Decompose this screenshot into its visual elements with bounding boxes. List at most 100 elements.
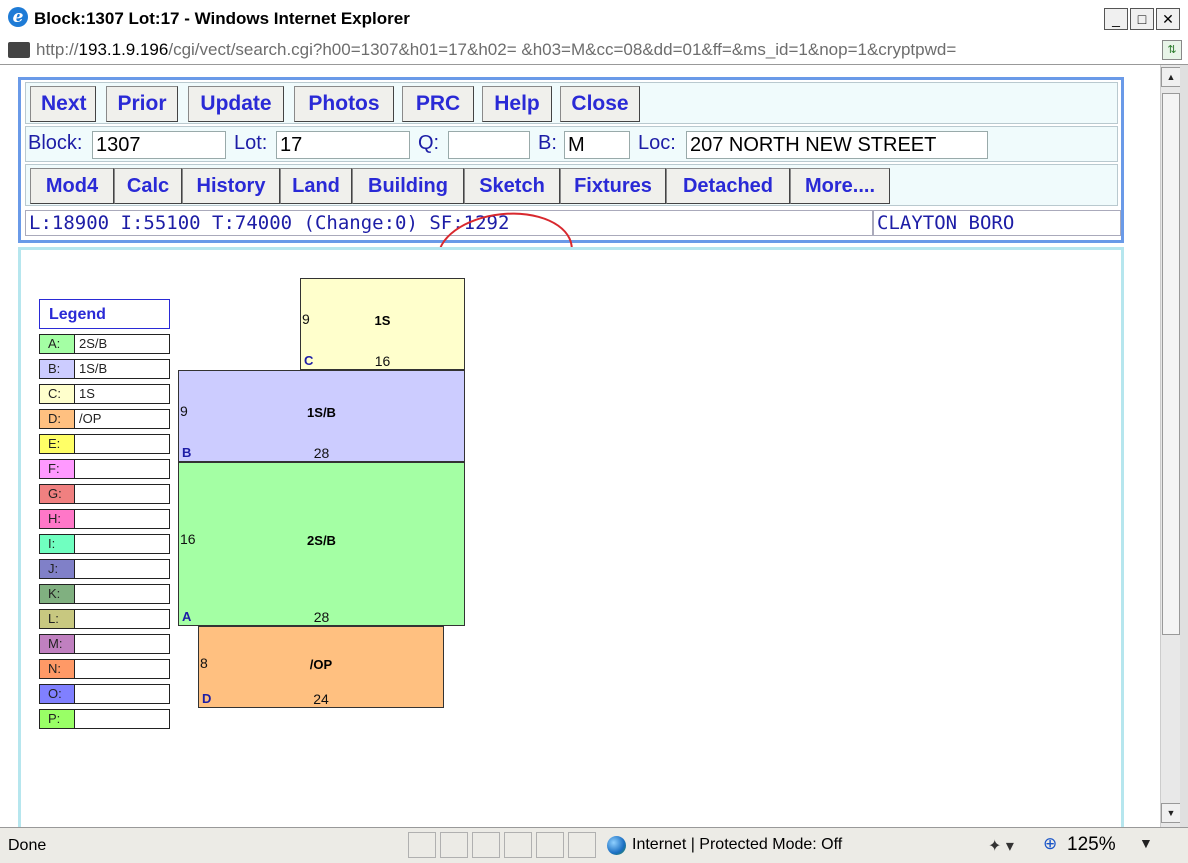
section-bottom-dimension: 24 xyxy=(313,691,329,707)
zoom-icon[interactable]: ⊕ xyxy=(1043,834,1057,854)
internet-globe-icon xyxy=(607,836,626,855)
nav-button-row: Next Prior Update Photos PRC Help Close xyxy=(25,82,1118,124)
section-bottom-dimension: 16 xyxy=(374,353,391,369)
tab-detached[interactable]: Detached xyxy=(666,168,790,204)
scroll-up-icon[interactable]: ▲ xyxy=(1161,67,1181,87)
legend-key: L: xyxy=(40,610,75,628)
block-input[interactable]: 1307 xyxy=(92,131,226,159)
legend-row: C: 1S xyxy=(39,384,170,404)
legend-key: H: xyxy=(40,510,75,528)
legend-value: 2S/B xyxy=(79,336,108,351)
lot-input[interactable]: 17 xyxy=(276,131,410,159)
tab-mod4[interactable]: Mod4 xyxy=(30,168,114,204)
sketch-section-b: 9 1S/B 28 B xyxy=(178,370,465,462)
legend-row: B: 1S/B xyxy=(39,359,170,379)
ie-logo-icon: e xyxy=(8,7,28,27)
legend-key: K: xyxy=(40,585,75,603)
legend-value: /OP xyxy=(79,411,102,426)
sketch-section-d: 8/OP 24 D xyxy=(198,626,444,708)
next-button[interactable]: Next xyxy=(30,86,96,122)
tab-land[interactable]: Land xyxy=(280,168,352,204)
section-type-label: 1S xyxy=(374,313,391,328)
tab-calc[interactable]: Calc xyxy=(114,168,182,204)
legend-key: I: xyxy=(40,535,75,553)
legend-key: A: xyxy=(40,335,75,353)
sketch-panel: Legend A: 2S/B B: 1S/B C: 1S D: /OP E: F: G: H: I: J:… xyxy=(18,247,1124,827)
legend-key: C: xyxy=(40,385,75,403)
section-type-label: 2S/B xyxy=(307,533,336,548)
security-zone: Internet | Protected Mode: Off xyxy=(632,836,843,853)
legend-row: H: xyxy=(39,509,170,529)
block-label: Block: xyxy=(28,132,83,154)
scroll-down-icon[interactable]: ▼ xyxy=(1161,803,1181,823)
legend-value: 1S xyxy=(79,386,95,401)
tab-button-row: Mod4 Calc History Land Building Sketch F… xyxy=(25,164,1118,206)
sketch-section-c: 9 1S 16 C xyxy=(300,278,465,370)
summary-row: L:18900 I:55100 T:74000 (Change:0) SF:12… xyxy=(25,208,1121,238)
legend-row: L: xyxy=(39,609,170,629)
zoom-dropdown-icon[interactable]: ▼ xyxy=(1139,835,1153,851)
section-letter: A xyxy=(182,609,192,624)
close-window-button[interactable]: ✕ xyxy=(1156,8,1180,30)
section-letter: B xyxy=(182,445,192,460)
legend-row: M: xyxy=(39,634,170,654)
legend-key: D: xyxy=(40,410,75,428)
legend-key: J: xyxy=(40,560,75,578)
legend-row: N: xyxy=(39,659,170,679)
minimize-button[interactable]: _ xyxy=(1104,8,1128,30)
legend-key: G: xyxy=(40,485,75,503)
legend-row: E: xyxy=(39,434,170,454)
legend-row: G: xyxy=(39,484,170,504)
legend-key: B: xyxy=(40,360,75,378)
tab-building[interactable]: Building xyxy=(352,168,464,204)
legend-key: N: xyxy=(40,660,75,678)
legend-row: I: xyxy=(39,534,170,554)
close-button[interactable]: Close xyxy=(560,86,640,122)
restore-button[interactable]: □ xyxy=(1130,8,1154,30)
legend-key: M: xyxy=(40,635,75,653)
address-url[interactable]: http://193.1.9.196/cgi/vect/search.cgi?h… xyxy=(36,40,1151,60)
legend-row: P: xyxy=(39,709,170,729)
address-bar[interactable]: http://193.1.9.196/cgi/vect/search.cgi?h… xyxy=(0,36,1188,65)
vertical-scrollbar[interactable]: ▲ ▼ xyxy=(1160,65,1181,827)
page-viewport: Next Prior Update Photos PRC Help Close … xyxy=(0,65,1160,827)
status-bar: Done Internet | Protected Mode: Off ✦ ▾ … xyxy=(0,827,1188,863)
section-bottom-dimension: 28 xyxy=(313,609,330,625)
q-input[interactable] xyxy=(448,131,530,159)
legend-row: O: xyxy=(39,684,170,704)
photos-button[interactable]: Photos xyxy=(294,86,394,122)
legend-key: F: xyxy=(40,460,75,478)
prior-button[interactable]: Prior xyxy=(106,86,178,122)
tab-history[interactable]: History xyxy=(182,168,280,204)
section-letter: D xyxy=(202,691,212,706)
b-input[interactable]: M xyxy=(564,131,630,159)
compatibility-view-icon[interactable]: ⇅ xyxy=(1162,40,1182,60)
header-panel: Next Prior Update Photos PRC Help Close … xyxy=(18,77,1124,243)
tab-fixtures[interactable]: Fixtures xyxy=(560,168,666,204)
title-bar: e Block:1307 Lot:17 - Windows Internet E… xyxy=(0,0,1188,37)
window-title: Block:1307 Lot:17 - Windows Internet Exp… xyxy=(34,9,410,28)
protected-mode-icon[interactable]: ✦ ▾ xyxy=(988,836,1014,856)
section-type-label: /OP xyxy=(309,657,333,672)
scroll-thumb[interactable] xyxy=(1162,93,1180,635)
section-type-label: 1S/B xyxy=(307,405,336,420)
tab-sketch[interactable]: Sketch xyxy=(464,168,560,204)
status-text: Done xyxy=(8,837,47,854)
lot-label: Lot: xyxy=(234,132,268,154)
sketch-section-a: 16 2S/B 28 A xyxy=(178,462,465,626)
municipality-name: CLAYTON BORO xyxy=(873,210,1121,236)
prc-button[interactable]: PRC xyxy=(402,86,474,122)
update-button[interactable]: Update xyxy=(188,86,284,122)
zoom-level[interactable]: 125% xyxy=(1067,834,1116,856)
section-letter: C xyxy=(304,353,314,368)
tab-more[interactable]: More.... xyxy=(790,168,890,204)
section-bottom-dimension: 28 xyxy=(313,445,330,461)
page-icon xyxy=(8,42,30,58)
loc-label: Loc: xyxy=(638,132,676,154)
search-field-row: Block: 1307 Lot: 17 Q: B: M Loc: 207 NOR… xyxy=(25,126,1118,162)
loc-input[interactable]: 207 NORTH NEW STREET xyxy=(686,131,988,159)
legend-row: D: /OP xyxy=(39,409,170,429)
b-label: B: xyxy=(538,132,557,154)
help-button[interactable]: Help xyxy=(482,86,552,122)
legend-row: J: xyxy=(39,559,170,579)
